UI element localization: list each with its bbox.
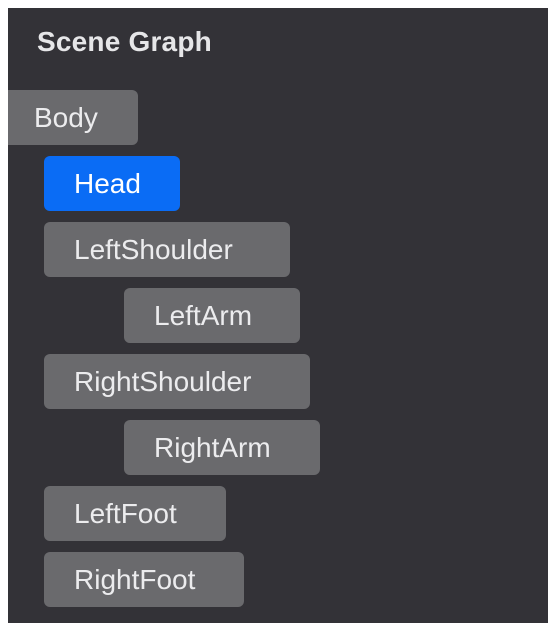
scene-node-left-shoulder[interactable]: LeftShoulder — [44, 222, 290, 277]
scene-node-right-arm[interactable]: RightArm — [124, 420, 320, 475]
scene-node-head[interactable]: Head — [44, 156, 180, 211]
scene-node-body[interactable]: Body — [8, 90, 138, 145]
scene-node-right-shoulder[interactable]: RightShoulder — [44, 354, 310, 409]
scene-graph-panel: Scene Graph Body Head LeftShoulder LeftA… — [8, 8, 548, 623]
scene-node-left-foot[interactable]: LeftFoot — [44, 486, 226, 541]
scene-node-right-foot[interactable]: RightFoot — [44, 552, 244, 607]
panel-title: Scene Graph — [37, 26, 212, 57]
scene-node-left-arm[interactable]: LeftArm — [124, 288, 300, 343]
